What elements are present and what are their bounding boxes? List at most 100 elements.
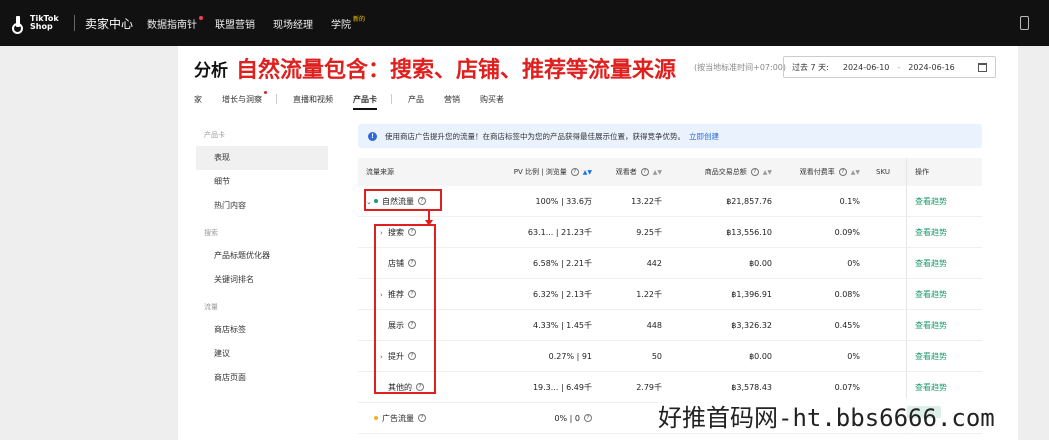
help-icon[interactable]: ? (418, 414, 426, 422)
sidebar-item-shop-tab[interactable]: 商店标签 (196, 318, 328, 342)
gmv-cell: ฿21,857.76 (726, 196, 772, 206)
traffic-source-table: 流量来源 PV 比例 | 浏览量? ▲▼ 观看者? ▲▼ 商品交易总额? ▲▼ 观看付… (358, 158, 982, 434)
header-viewers[interactable]: 观看者? ▲▼ (602, 167, 680, 177)
gmv-cell: ฿0.00 (749, 351, 772, 361)
header-pay-rate[interactable]: 观看付费率? ▲▼ (790, 167, 876, 177)
pv-cell: 0.27% | 91 (548, 351, 592, 361)
info-banner: ! 使用商店广告提升您的流量！在商店标签中为您的产品获得最佳展示位置，获得竞争优… (358, 124, 982, 148)
gmv-cell: ฿3,326.32 (731, 320, 772, 330)
nav-affiliate[interactable]: 联盟营销 (215, 16, 255, 31)
rate-cell: 0.1% (839, 196, 860, 206)
pv-cell: 63.1... | 21.23千 (527, 227, 592, 237)
header-pv[interactable]: PV 比例 | 浏览量? ▲▼ (494, 167, 602, 177)
sidebar-item-details[interactable]: 细节 (196, 170, 328, 194)
view-trend-link[interactable]: 查看趋势 (915, 258, 947, 269)
rate-cell: 0.09% (834, 227, 860, 237)
date-range-picker[interactable]: 过去 7 天: 2024-06-10 - 2024-06-16 (783, 56, 996, 78)
tab-buyers[interactable]: 购买者 (480, 94, 504, 105)
view-trend-link[interactable]: 查看趋势 (915, 320, 947, 331)
annotation-box-subsources (374, 224, 436, 394)
tab-live-video[interactable]: 直播和视频 (293, 94, 333, 105)
help-icon[interactable]: ? (584, 414, 592, 422)
table-header: 流量来源 PV 比例 | 浏览量? ▲▼ 观看者? ▲▼ 商品交易总额? ▲▼ 观看付… (358, 158, 982, 186)
pv-cell: 6.58% | 2.21千 (532, 258, 592, 268)
phone-icon[interactable] (1020, 16, 1029, 30)
timezone-label: (按当地标准时间+07:00) (694, 63, 786, 72)
sidebar-item-shop-page[interactable]: 商店页面 (196, 366, 328, 390)
gmv-cell: ฿13,556.10 (726, 227, 772, 237)
page-title: 分析 (194, 61, 228, 81)
help-icon[interactable]: ? (570, 168, 579, 176)
help-icon[interactable]: ? (640, 168, 649, 176)
annotation-box-organic (364, 189, 442, 211)
sort-icon[interactable]: ▲▼ (763, 169, 772, 176)
tiktok-icon (12, 15, 26, 34)
help-icon[interactable]: ? (838, 168, 847, 176)
view-trend-link[interactable]: 查看趋势 (915, 351, 947, 362)
sidebar-group-title: 流量 (204, 303, 218, 311)
view-trend-link[interactable]: 查看趋势 (915, 289, 947, 300)
pv-cell: 6.32% | 2.13千 (532, 289, 592, 299)
pv-cell: 19.3... | 6.49千 (532, 382, 592, 392)
info-icon: ! (368, 131, 377, 141)
table-row: › 提升? 0.27% | 91 50 ฿0.00 0% 查看趋势 (358, 341, 982, 372)
sidebar: 产品卡 表现 细节 热门内容 搜索 产品标题优化器 关键词排名 流量 商店标签 … (196, 120, 328, 390)
sidebar-item-title-optimizer[interactable]: 产品标题优化器 (196, 244, 328, 268)
nav-live-manager[interactable]: 现场经理 (273, 16, 313, 31)
viewers-cell: 448 (646, 320, 662, 330)
notification-dot (199, 15, 204, 20)
nav-academy[interactable]: 学院 新的 (331, 16, 365, 31)
sort-icon[interactable]: ▲▼ (583, 169, 592, 176)
logo-line2: Shop (30, 22, 53, 31)
notification-dot (264, 90, 267, 94)
table-row: 店铺? 6.58% | 2.21千 442 ฿0.00 0% 查看趋势 (358, 248, 982, 279)
rate-cell: 0% (847, 351, 860, 361)
sidebar-group-title: 产品卡 (204, 131, 225, 139)
date-start: 2024-06-10 (842, 62, 890, 72)
tab-growth-insights[interactable]: 增长与洞察 (222, 90, 267, 105)
header-sku: SKU (876, 168, 890, 176)
view-trend-link[interactable]: 查看趋势 (915, 382, 947, 393)
tab-marketing[interactable]: 营销 (444, 94, 460, 105)
sort-icon[interactable]: ▲▼ (653, 169, 662, 176)
table-row: › 搜索? 63.1... | 21.23千 9.25千 ฿13,556.10 0… (358, 217, 982, 248)
tab-product-card[interactable]: 产品卡 (353, 94, 377, 110)
top-navigation-bar: TikTok Shop 卖家中心 数据指南针 联盟营销 现场经理 学院 新的 (0, 0, 1049, 46)
watermark-text: 好推首码网-ht.bbs6666.com (658, 398, 995, 433)
create-now-link[interactable]: 立即创建 (689, 131, 719, 142)
date-separator: - (897, 62, 901, 72)
viewers-cell: 9.25千 (636, 227, 662, 237)
sidebar-item-keyword-ranking[interactable]: 关键词排名 (196, 268, 328, 292)
tab-home[interactable]: 家 (194, 94, 202, 105)
pv-cell: 4.33% | 1.45千 (532, 320, 592, 330)
divider (74, 15, 75, 31)
tab-bar: 家 增长与洞察 直播和视频 产品卡 产品 营销 购买者 (194, 90, 524, 110)
help-icon[interactable]: ? (750, 168, 759, 176)
sidebar-item-performance[interactable]: 表现 (196, 146, 328, 170)
divider (391, 94, 392, 104)
viewers-cell: 13.22千 (631, 196, 662, 206)
red-annotation-text: 自然流量包含：搜索、店铺、推荐等流量来源 (236, 58, 677, 83)
rate-cell: 0.08% (834, 289, 860, 299)
header-source: 流量来源 (366, 168, 394, 176)
tab-products[interactable]: 产品 (408, 94, 424, 105)
view-trend-link[interactable]: 查看趋势 (915, 227, 947, 238)
seller-center-title[interactable]: 卖家中心 (85, 15, 133, 32)
sidebar-item-hot-content[interactable]: 热门内容 (196, 194, 328, 218)
rate-cell: 0.45% (834, 320, 860, 330)
view-trend-link[interactable]: 查看趋势 (915, 196, 947, 207)
viewers-cell: 2.79千 (636, 382, 662, 392)
divider (276, 94, 277, 104)
header-gmv[interactable]: 商品交易总额? ▲▼ (680, 167, 790, 177)
nav-data-compass[interactable]: 数据指南针 (147, 15, 204, 31)
new-badge: 新的 (353, 15, 366, 23)
tiktok-shop-logo[interactable]: TikTok Shop (12, 15, 68, 34)
table-row: › 推荐? 6.32% | 2.13千 1.22千 ฿1,396.91 0.08%… (358, 279, 982, 310)
source-name: 广告流量 (382, 413, 414, 423)
gmv-cell: ฿3,578.43 (731, 382, 772, 392)
status-dot-icon (374, 416, 378, 420)
range-label: 过去 7 天: (792, 62, 829, 72)
viewers-cell: 442 (646, 258, 662, 268)
sidebar-item-suggestions[interactable]: 建议 (196, 342, 328, 366)
sort-icon[interactable]: ▲▼ (851, 169, 860, 176)
